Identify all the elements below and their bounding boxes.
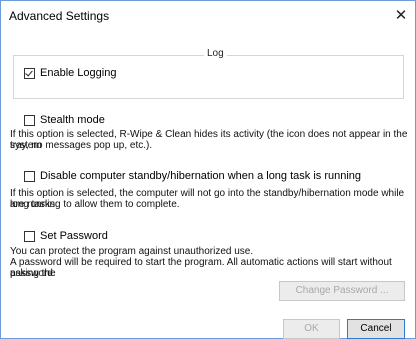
stealth-mode-label[interactable]: Stealth mode <box>40 114 105 126</box>
standby-description-line-2: are running to allow them to complete. <box>10 199 180 210</box>
cancel-button[interactable]: Cancel <box>347 319 405 339</box>
password-description-line-2: A password will be required to start the… <box>10 257 392 279</box>
log-group-legend: Log <box>204 48 227 59</box>
password-description-line-3: password. <box>10 268 56 279</box>
stealth-description-line-2: tray, no messages pop up, etc.). <box>10 140 153 151</box>
close-icon[interactable]: ✕ <box>391 6 411 26</box>
set-password-checkbox[interactable] <box>24 231 35 242</box>
disable-standby-checkbox[interactable] <box>24 171 35 182</box>
password-description-line-1: You can protect the program against unau… <box>10 246 254 257</box>
disable-standby-label[interactable]: Disable computer standby/hibernation whe… <box>40 170 361 182</box>
ok-button[interactable]: OK <box>283 319 340 339</box>
advanced-settings-dialog: Advanced Settings ✕ Log Enable Logging S… <box>0 0 416 339</box>
set-password-label[interactable]: Set Password <box>40 230 108 242</box>
enable-logging-checkbox[interactable] <box>24 68 35 79</box>
stealth-mode-checkbox[interactable] <box>24 115 35 126</box>
change-password-button[interactable]: Change Password ... <box>279 281 405 301</box>
title-bar: Advanced Settings ✕ <box>1 1 415 31</box>
enable-logging-label[interactable]: Enable Logging <box>40 67 116 79</box>
dialog-title: Advanced Settings <box>9 9 110 23</box>
